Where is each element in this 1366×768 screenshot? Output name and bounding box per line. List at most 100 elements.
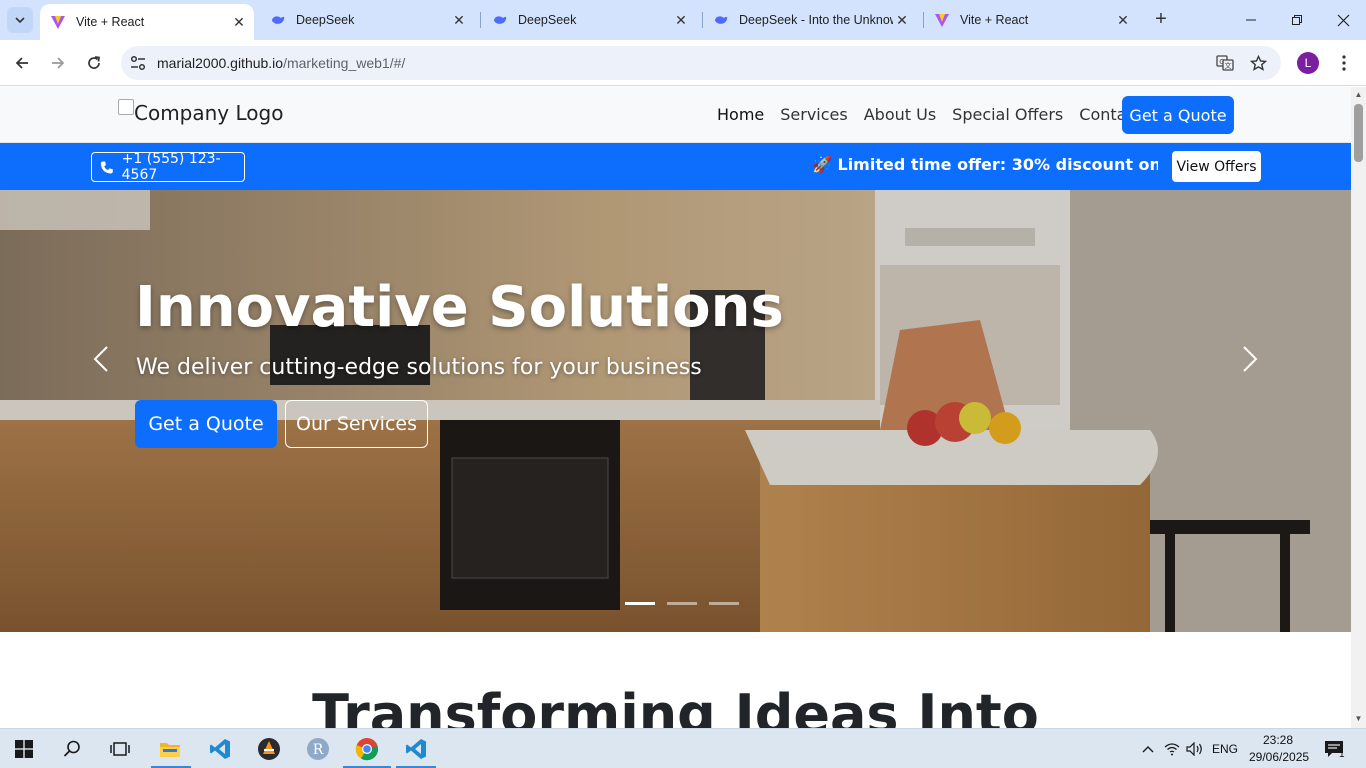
minimize-button[interactable] <box>1239 8 1263 32</box>
language-indicator[interactable]: ENG <box>1212 742 1238 756</box>
forward-button[interactable] <box>46 51 70 75</box>
more-vert-icon <box>1342 55 1346 71</box>
phone-button[interactable]: +1 (555) 123-4567 <box>91 151 245 183</box>
browser-menu-button[interactable] <box>1334 52 1354 74</box>
task-view-icon <box>110 742 130 756</box>
carousel-indicator-3[interactable] <box>709 602 739 605</box>
svg-text:R: R <box>313 742 324 758</box>
nav-about[interactable]: About Us <box>864 105 936 124</box>
get-quote-nav-button[interactable]: Get a Quote <box>1122 96 1234 134</box>
tab-title: Vite + React <box>960 13 1029 27</box>
task-view-button[interactable] <box>106 735 134 763</box>
clock-date[interactable]: 29/06/2025 <box>1249 750 1309 764</box>
hero-get-quote-button[interactable]: Get a Quote <box>135 400 277 448</box>
hero-title: Innovative Solutions <box>135 275 784 340</box>
tab-deepseek-1[interactable]: DeepSeek ✕ <box>260 0 474 40</box>
arrow-left-icon <box>15 57 28 69</box>
close-window-button[interactable] <box>1331 8 1355 32</box>
tab-deepseek-3[interactable]: DeepSeek - Into the Unknown ✕ <box>703 0 917 40</box>
svg-text:文: 文 <box>1225 61 1232 70</box>
company-logo[interactable]: Company Logo <box>118 99 284 125</box>
nav-services[interactable]: Services <box>780 105 847 124</box>
wifi-icon <box>1164 743 1180 756</box>
hero-subtitle: We deliver cutting-edge solutions for yo… <box>136 355 702 380</box>
vite-icon <box>51 16 65 29</box>
logo-alt-text: Company Logo <box>134 101 284 125</box>
tab-title: DeepSeek - Into the Unknown <box>739 13 893 27</box>
nav-home[interactable]: Home <box>717 105 764 124</box>
view-offers-button[interactable]: View Offers <box>1172 151 1261 182</box>
phone-number: +1 (555) 123-4567 <box>121 151 221 183</box>
vite-icon <box>935 14 949 27</box>
new-tab-button[interactable]: + <box>1150 9 1172 31</box>
carousel-indicator-2[interactable] <box>667 602 697 605</box>
restore-button[interactable] <box>1285 8 1309 32</box>
chrome-icon <box>355 738 379 761</box>
clock-time[interactable]: 23:28 <box>1263 733 1293 747</box>
carousel-indicator-1[interactable] <box>625 602 655 605</box>
close-icon <box>1337 14 1349 26</box>
chevron-up-icon <box>1142 746 1154 753</box>
deepseek-icon <box>715 16 728 24</box>
windows-taskbar: R ENG 23:28 29/06/2025 1 <box>0 728 1366 768</box>
tab-title: DeepSeek <box>296 13 355 27</box>
tab-separator <box>480 12 481 28</box>
page-scrollbar[interactable]: ▲ ▼ <box>1351 87 1366 728</box>
close-tab-icon[interactable]: ✕ <box>672 11 690 29</box>
close-tab-icon[interactable]: ✕ <box>230 13 248 31</box>
carousel-prev-button[interactable] <box>86 342 116 376</box>
restore-icon <box>1292 15 1302 25</box>
scroll-up-icon[interactable]: ▲ <box>1354 90 1363 99</box>
scroll-thumb[interactable] <box>1354 104 1363 162</box>
promo-text: 🚀 Limited time offer: 30% discount on al… <box>812 155 1158 174</box>
arrow-right-icon <box>52 57 65 69</box>
carousel-indicators <box>625 602 739 605</box>
tab-title: Vite + React <box>76 15 145 29</box>
vlc-button[interactable] <box>255 735 283 763</box>
reload-button[interactable] <box>82 51 106 75</box>
profile-avatar[interactable]: L <box>1297 52 1319 74</box>
chevron-right-icon <box>1243 346 1258 372</box>
bookmark-button[interactable] <box>1248 53 1268 73</box>
tab-deepseek-2[interactable]: DeepSeek ✕ <box>482 0 696 40</box>
taskbar-search-button[interactable] <box>58 735 86 763</box>
address-bar[interactable]: marial2000.github.io/marketing_web1/#/ G… <box>121 46 1281 80</box>
start-button[interactable] <box>10 735 38 763</box>
vscode-button[interactable] <box>206 735 234 763</box>
promo-ticker: 🚀 Limited time offer: 30% discount on al… <box>812 155 1158 174</box>
chevron-left-icon <box>93 346 108 372</box>
close-tab-icon[interactable]: ✕ <box>893 11 911 29</box>
deepseek-icon <box>494 16 507 24</box>
r-app-button[interactable]: R <box>304 735 332 763</box>
site-settings-icon[interactable] <box>129 54 147 72</box>
vscode-button-2[interactable] <box>402 735 430 763</box>
deepseek-icon <box>272 16 285 24</box>
back-button[interactable] <box>10 51 34 75</box>
tab-vite-react-2[interactable]: Vite + React ✕ <box>924 0 1138 40</box>
chrome-button[interactable] <box>353 735 381 763</box>
vscode-icon <box>210 739 230 759</box>
file-explorer-button[interactable] <box>156 735 184 763</box>
page-viewport: Company Logo Home Services About Us Spec… <box>0 87 1351 728</box>
translate-button[interactable]: G文 <box>1215 53 1235 73</box>
carousel-next-button[interactable] <box>1235 342 1265 376</box>
minimize-icon <box>1246 19 1256 21</box>
volume-button[interactable] <box>1181 735 1209 763</box>
nav-special-offers[interactable]: Special Offers <box>952 105 1063 124</box>
close-tab-icon[interactable]: ✕ <box>1114 11 1132 29</box>
vlc-icon <box>258 738 280 760</box>
browser-tab-strip: Vite + React ✕ DeepSeek ✕ DeepSeek ✕ Dee… <box>0 0 1366 40</box>
r-icon: R <box>307 738 329 760</box>
star-icon <box>1249 54 1267 71</box>
scroll-down-icon[interactable]: ▼ <box>1354 714 1363 723</box>
url-host: marial2000.github.io <box>157 55 284 71</box>
reload-icon <box>88 56 100 69</box>
section-heading: Transforming Ideas Into <box>312 683 1039 728</box>
hero-our-services-button[interactable]: Our Services <box>285 400 428 448</box>
file-explorer-icon <box>160 743 180 757</box>
tab-search-button[interactable] <box>7 7 33 33</box>
close-tab-icon[interactable]: ✕ <box>450 11 468 29</box>
tab-vite-react-active[interactable]: Vite + React ✕ <box>40 4 254 40</box>
chevron-down-icon <box>15 17 25 24</box>
hero-carousel: Innovative Solutions We deliver cutting-… <box>0 190 1351 632</box>
